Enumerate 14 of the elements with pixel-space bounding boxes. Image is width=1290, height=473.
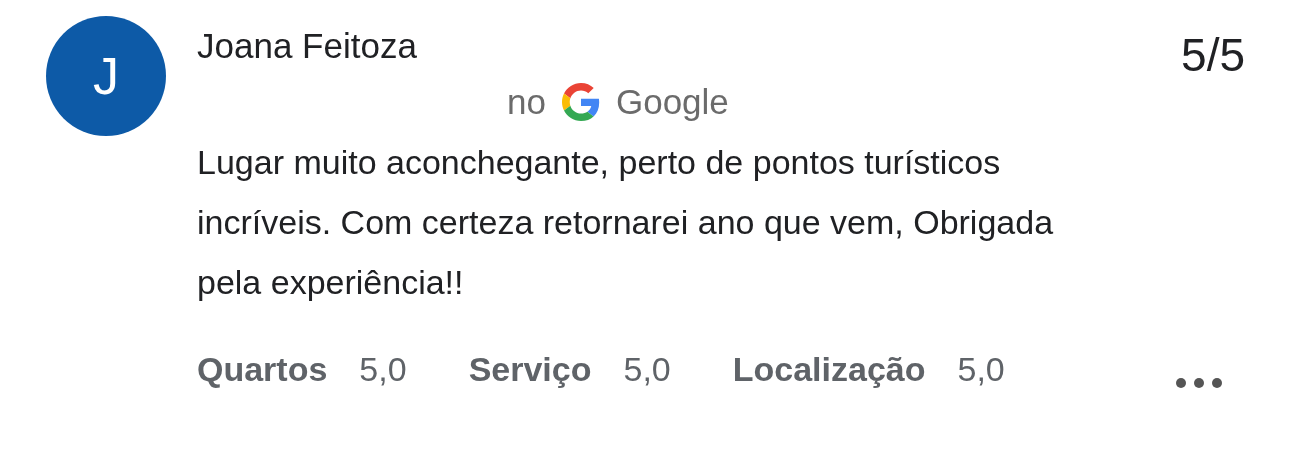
rating-value: 5,0 xyxy=(623,350,671,389)
rating-label: Serviço xyxy=(468,350,592,389)
review-text: Lugar muito aconchegante, perto de pontos turísticos incríveis. Com certeza retornarei ano que vem, Obrigada pela experiência!! xyxy=(197,142,1055,303)
google-logo-icon xyxy=(561,83,600,121)
reviewer-name: Joana Feitoza xyxy=(197,26,417,66)
rating-label: Localização xyxy=(732,350,926,389)
rating-label: Quartos xyxy=(197,350,328,389)
rating-value: 5,0 xyxy=(359,350,407,389)
source-prefix: no xyxy=(507,82,546,122)
rating-value: 5,0 xyxy=(957,350,1005,389)
review-score: 5/5 xyxy=(1181,28,1245,82)
source-name: Google xyxy=(615,82,729,122)
avatar: J xyxy=(46,16,166,136)
more-options-icon[interactable] xyxy=(1175,376,1223,389)
